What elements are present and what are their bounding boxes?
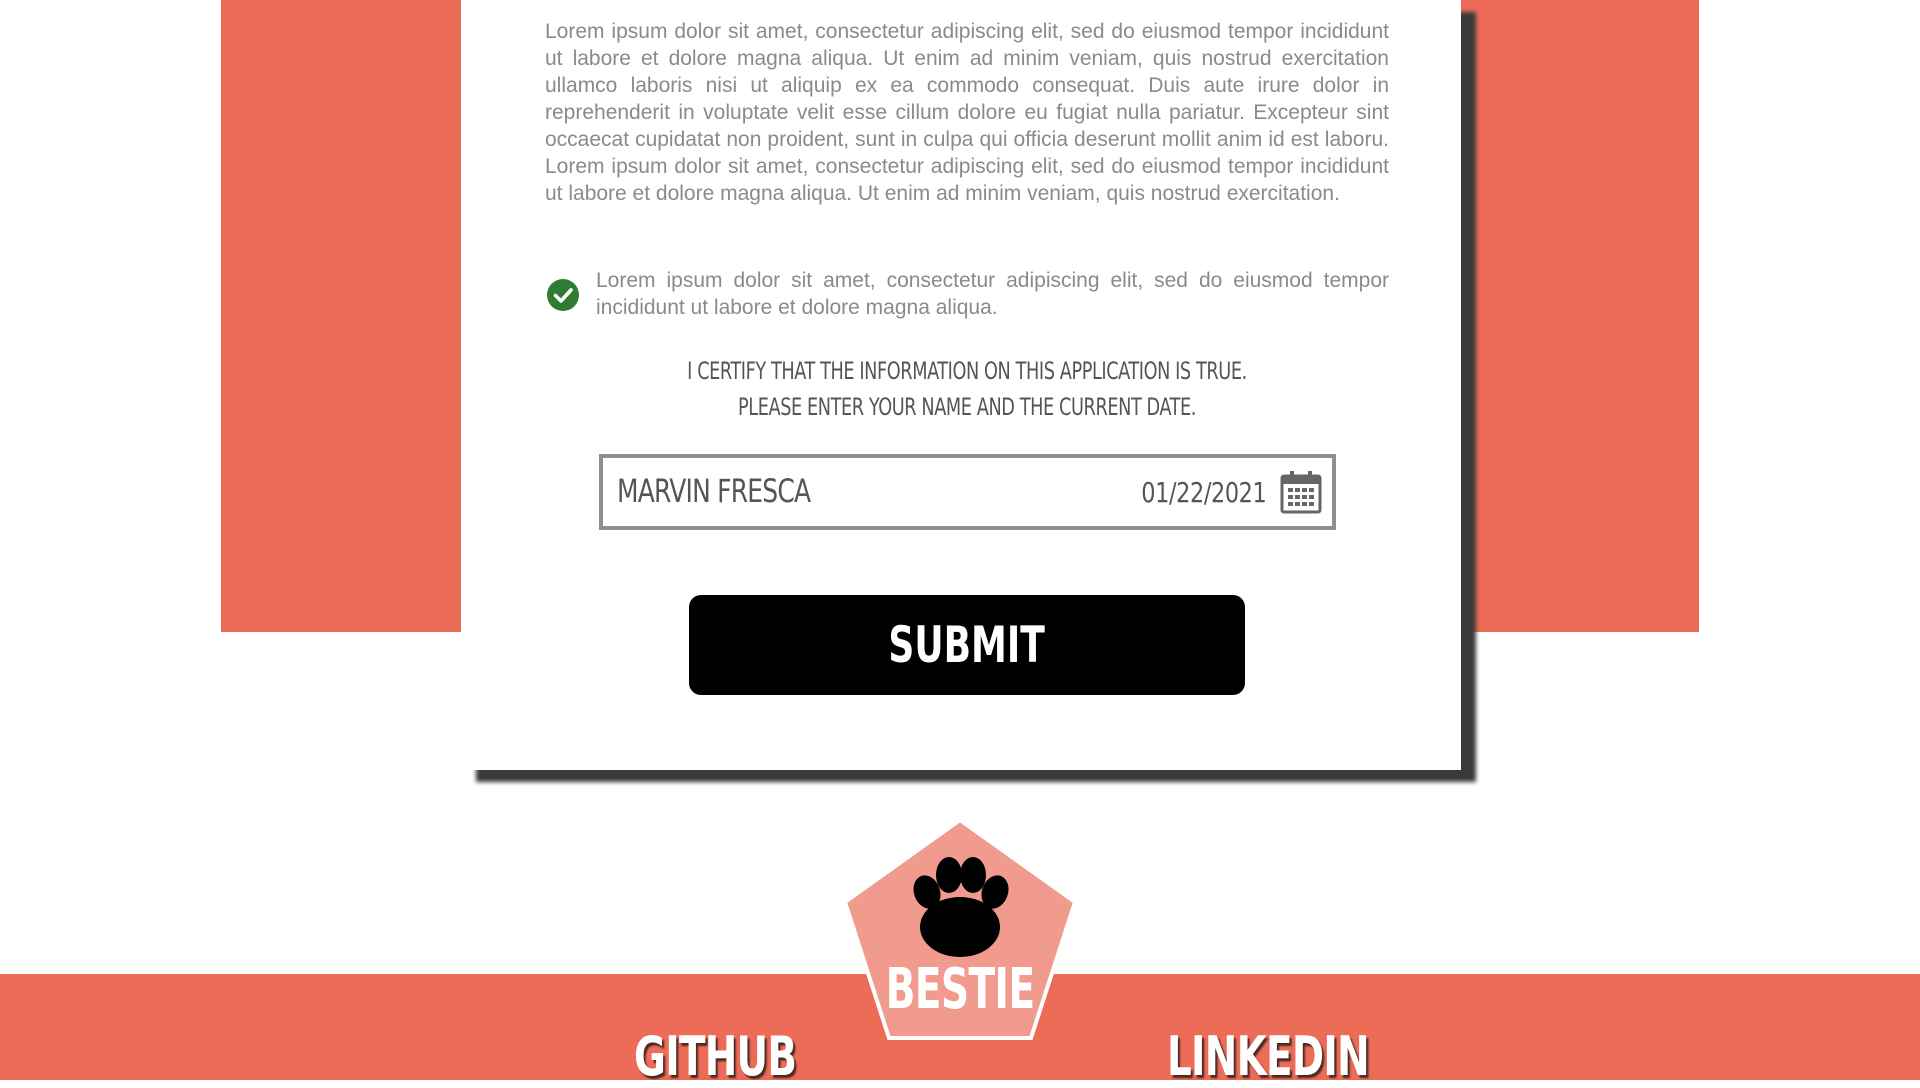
name-input[interactable]: MARVIN FRESCA [617, 472, 811, 510]
application-card: Lorem ipsum dolor sit amet, consectetur … [461, 0, 1461, 770]
certify-line-2: PLEASE ENTER YOUR NAME AND THE CURRENT D… [738, 393, 1196, 421]
accent-panel-left [221, 0, 461, 632]
certify-statement: I CERTIFY THAT THE INFORMATION ON THIS A… [621, 353, 1313, 425]
submit-button[interactable]: SUBMIT [689, 595, 1245, 695]
calendar-icon[interactable] [1280, 470, 1322, 514]
linkedin-link[interactable]: LINKEDIN [1167, 1030, 1370, 1084]
accent-panel-right [1459, 0, 1699, 632]
logo-text: BESTIE [885, 957, 1035, 1022]
agreement-checkbox-row[interactable]: Lorem ipsum dolor sit amet, consectetur … [545, 267, 1389, 327]
signature-date-field[interactable]: MARVIN FRESCA 01/22/2021 [599, 454, 1336, 530]
terms-paragraph: Lorem ipsum dolor sit amet, consectetur … [545, 20, 1389, 205]
agreement-text: Lorem ipsum dolor sit amet, consectetur … [596, 269, 1389, 319]
submit-label: SUBMIT [888, 616, 1046, 674]
date-input[interactable]: 01/22/2021 [1141, 476, 1267, 509]
certify-line-1: I CERTIFY THAT THE INFORMATION ON THIS A… [687, 357, 1247, 385]
github-link[interactable]: GITHUB [634, 1030, 797, 1084]
check-circle-icon[interactable] [547, 279, 579, 311]
